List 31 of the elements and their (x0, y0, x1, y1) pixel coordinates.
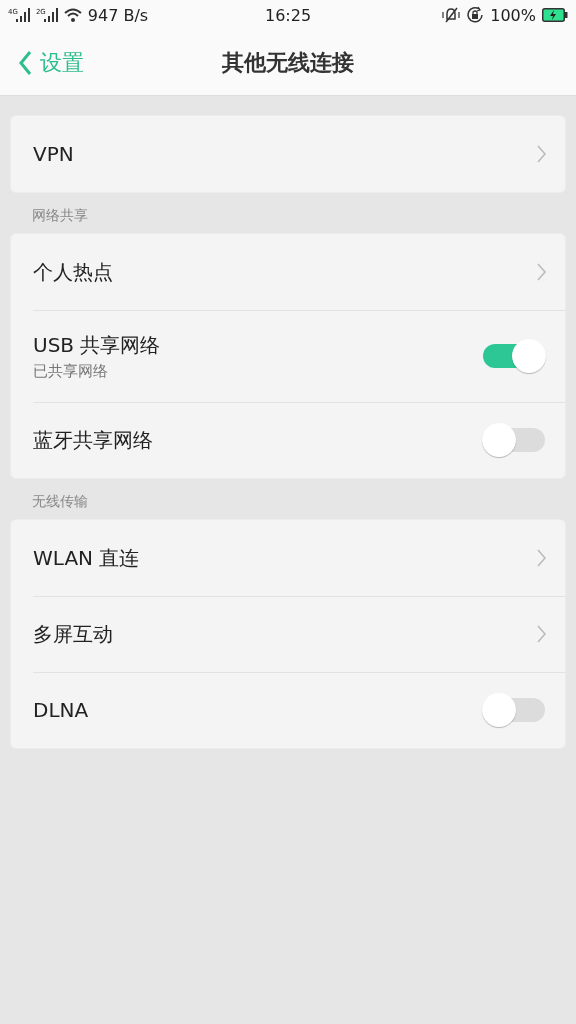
toggle-switch[interactable] (481, 691, 547, 729)
setting-label: DLNA (33, 698, 89, 722)
setting-row[interactable]: VPN (11, 116, 565, 192)
section-header: 无线传输 (31, 492, 89, 511)
setting-status: 已共享网络 (33, 361, 109, 381)
charging-battery-icon (542, 8, 568, 22)
setting-label: USB 共享网络 (33, 331, 161, 359)
chevron-right-icon (537, 145, 547, 163)
page-title: 其他无线连接 (222, 48, 354, 77)
network-speed: 947 B/s (87, 5, 149, 25)
wifi-icon (63, 8, 82, 22)
clock: 16:25 (264, 5, 312, 25)
setting-row[interactable]: 多屏互动 (11, 596, 565, 672)
setting-row[interactable]: 个人热点 (11, 234, 565, 310)
battery-percentage: 100% (490, 5, 536, 25)
rotation-lock-icon (466, 6, 485, 24)
toggle-switch[interactable] (481, 337, 547, 375)
setting-label: 多屏互动 (33, 620, 113, 648)
setting-label: 个人热点 (33, 258, 113, 286)
setting-row[interactable]: WLAN 直连 (11, 520, 565, 596)
setting-label: 蓝牙共享网络 (33, 426, 153, 454)
muted-bell-icon (442, 7, 461, 23)
signal-icon (43, 8, 58, 22)
chevron-right-icon (537, 549, 547, 567)
setting-label: WLAN 直连 (33, 544, 140, 572)
chevron-right-icon (537, 263, 547, 281)
back-chevron-icon (18, 49, 32, 76)
toggle-switch[interactable] (481, 421, 547, 459)
chevron-right-icon (537, 625, 547, 643)
setting-label: VPN (33, 142, 74, 166)
section-header: 网络共享 (31, 206, 89, 225)
